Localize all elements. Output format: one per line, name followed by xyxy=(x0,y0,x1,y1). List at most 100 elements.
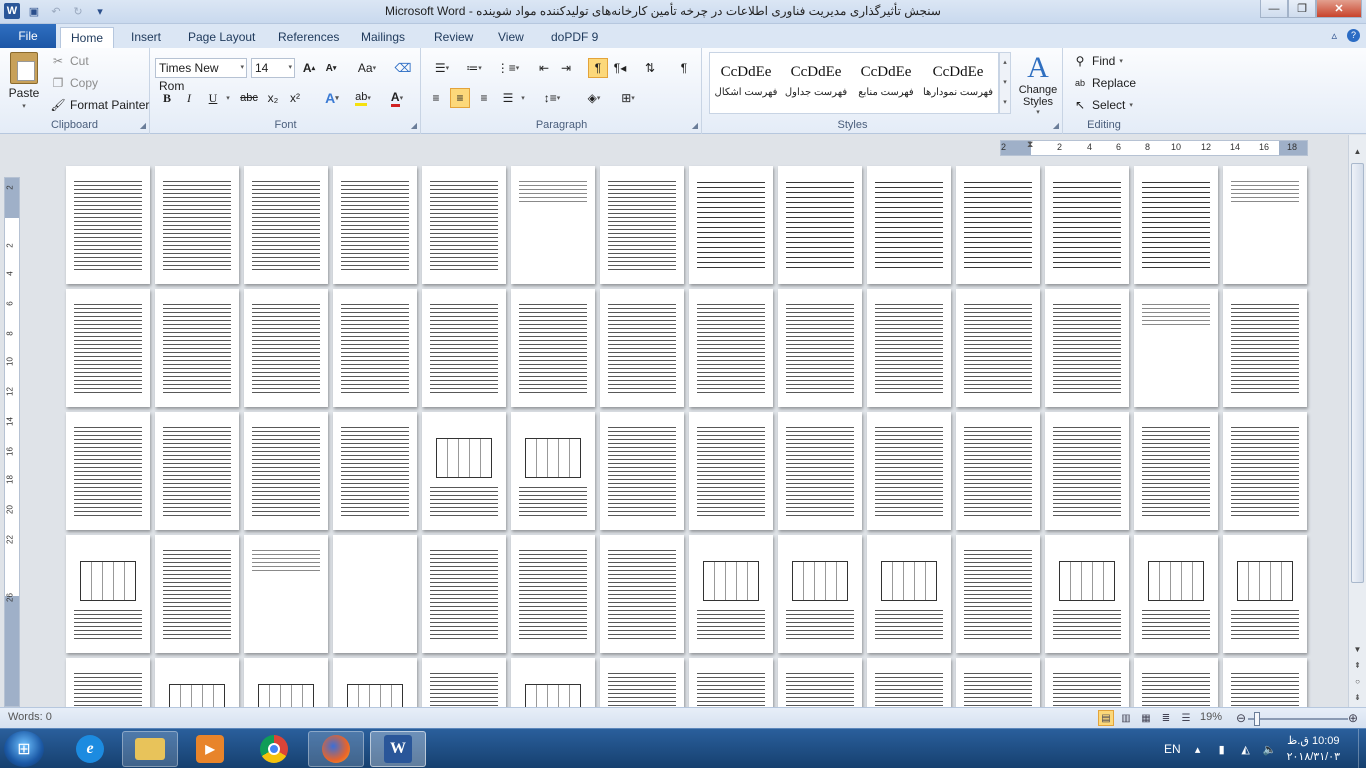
select-button[interactable]: ↖ Select ▾ xyxy=(1072,97,1133,113)
styles-launcher-icon[interactable]: ◢ xyxy=(1053,121,1059,130)
page-thumbnail[interactable] xyxy=(1223,412,1307,530)
page-thumbnail[interactable] xyxy=(689,166,773,284)
style-item-3[interactable]: CcDdEe فهرست منابع xyxy=(851,56,921,112)
page-thumbnail[interactable] xyxy=(956,412,1040,530)
taskbar-internet-explorer[interactable]: e xyxy=(62,731,118,767)
outline-icon[interactable]: ≣ xyxy=(1158,710,1174,726)
page-thumbnail[interactable] xyxy=(333,412,417,530)
page-thumbnail[interactable] xyxy=(333,658,417,707)
page-thumbnail[interactable] xyxy=(778,535,862,653)
page-thumbnail[interactable] xyxy=(66,166,150,284)
minimize-button[interactable]: — xyxy=(1260,0,1288,18)
page-thumbnail[interactable] xyxy=(1223,658,1307,707)
save-icon[interactable]: ▣ xyxy=(26,3,42,19)
show-desktop-button[interactable] xyxy=(1358,729,1366,768)
page-thumbnail[interactable] xyxy=(155,412,239,530)
sort-icon[interactable]: ⇅ xyxy=(640,58,660,78)
tab-mailings[interactable]: Mailings xyxy=(351,27,415,48)
page-thumbnail[interactable] xyxy=(422,535,506,653)
page-thumbnail[interactable] xyxy=(600,658,684,707)
taskbar-chrome[interactable] xyxy=(246,731,302,767)
page-thumbnail[interactable] xyxy=(511,289,595,407)
document-area[interactable] xyxy=(24,156,1348,707)
page-thumbnail[interactable] xyxy=(422,289,506,407)
print-layout-icon[interactable]: ▤ xyxy=(1098,710,1114,726)
line-spacing-icon[interactable]: ↕≡ ▾ xyxy=(538,88,566,108)
tab-dopdf[interactable]: doPDF 9 xyxy=(541,27,608,48)
page-thumbnail[interactable] xyxy=(1134,166,1218,284)
page-thumbnail[interactable] xyxy=(1223,166,1307,284)
zoom-slider[interactable]: ⊖ ⊕ xyxy=(1236,711,1360,726)
page-thumbnail[interactable] xyxy=(66,412,150,530)
maximize-button[interactable]: ❐ xyxy=(1288,0,1316,18)
page-thumbnail[interactable] xyxy=(155,289,239,407)
undo-icon[interactable]: ↶ xyxy=(48,3,64,19)
language-indicator[interactable]: EN xyxy=(1164,742,1181,756)
page-thumbnail[interactable] xyxy=(689,658,773,707)
close-button[interactable]: ✕ xyxy=(1316,0,1362,18)
borders-icon[interactable]: ⊞ ▾ xyxy=(614,88,642,108)
page-thumbnail[interactable] xyxy=(155,658,239,707)
next-page-icon[interactable]: ⇟ xyxy=(1351,691,1364,704)
increase-indent-icon[interactable]: ⇥ xyxy=(556,58,576,78)
page-thumbnail[interactable] xyxy=(422,166,506,284)
page-thumbnail[interactable] xyxy=(1045,166,1129,284)
superscript-button[interactable]: x² xyxy=(285,88,305,108)
page-thumbnail[interactable] xyxy=(867,535,951,653)
network-icon[interactable]: ◭ xyxy=(1239,742,1253,756)
numbering-icon[interactable]: ≔ ▾ xyxy=(460,58,488,78)
scroll-down-icon[interactable]: ▼ xyxy=(1351,643,1364,656)
shading-icon[interactable]: ◈ ▾ xyxy=(580,88,608,108)
page-thumbnail[interactable] xyxy=(867,289,951,407)
style-item-2[interactable]: CcDdEe فهرست جداول xyxy=(781,56,851,112)
page-thumbnail[interactable] xyxy=(422,412,506,530)
minimize-ribbon-icon[interactable]: ▵ xyxy=(1331,29,1337,42)
taskbar-firefox[interactable] xyxy=(308,731,364,767)
rtl-direction-icon[interactable]: ¶◂ xyxy=(610,58,630,78)
page-thumbnail[interactable] xyxy=(244,289,328,407)
page-thumbnail[interactable] xyxy=(778,166,862,284)
page-thumbnail[interactable] xyxy=(867,166,951,284)
page-thumbnail[interactable] xyxy=(244,412,328,530)
paste-button[interactable]: Paste ▾ xyxy=(6,52,42,110)
styles-scroll[interactable]: ▴ ▾ ▾ xyxy=(999,52,1011,114)
font-size-combo[interactable]: 14 ▾ xyxy=(251,58,295,78)
taskbar-word[interactable]: W xyxy=(370,731,426,767)
copy-button[interactable]: ❐ Copy xyxy=(50,75,98,91)
vertical-scrollbar[interactable]: ▲ ▼ ⇞ ○ ⇟ xyxy=(1348,135,1366,707)
full-screen-reading-icon[interactable]: ▥ xyxy=(1118,710,1134,726)
tab-view[interactable]: View xyxy=(488,27,534,48)
taskbar-media-player[interactable]: ▶ xyxy=(182,731,238,767)
page-thumbnail[interactable] xyxy=(511,166,595,284)
tab-review[interactable]: Review xyxy=(424,27,483,48)
underline-dropdown-icon[interactable]: ▾ xyxy=(223,88,233,108)
page-thumbnail[interactable] xyxy=(422,658,506,707)
customize-icon[interactable]: ▾ xyxy=(92,3,108,19)
page-thumbnail[interactable] xyxy=(689,412,773,530)
page-thumbnail[interactable] xyxy=(66,535,150,653)
previous-page-icon[interactable]: ⇞ xyxy=(1351,659,1364,672)
tab-page-layout[interactable]: Page Layout xyxy=(178,27,265,48)
scroll-up-icon[interactable]: ▲ xyxy=(1351,145,1364,158)
page-thumbnail[interactable] xyxy=(689,535,773,653)
indent-marker-icon[interactable]: ⧗ xyxy=(1027,139,1037,157)
page-thumbnail[interactable] xyxy=(600,535,684,653)
page-thumbnail[interactable] xyxy=(1045,535,1129,653)
subscript-button[interactable]: x₂ xyxy=(263,88,283,108)
page-thumbnail[interactable] xyxy=(66,289,150,407)
page-thumbnail[interactable] xyxy=(600,166,684,284)
font-name-combo[interactable]: Times New Rom ▾ xyxy=(155,58,247,93)
page-thumbnail[interactable] xyxy=(1045,658,1129,707)
change-styles-button[interactable]: A Change Styles ▾ xyxy=(1015,52,1061,117)
page-thumbnail[interactable] xyxy=(956,289,1040,407)
replace-button[interactable]: ab Replace xyxy=(1072,75,1136,91)
draft-icon[interactable]: ☰ xyxy=(1178,710,1194,726)
style-item-4[interactable]: CcDdEe فهرست نمودارها xyxy=(923,56,993,112)
page-thumbnail[interactable] xyxy=(155,535,239,653)
page-thumbnail[interactable] xyxy=(600,289,684,407)
page-thumbnail[interactable] xyxy=(333,535,417,653)
align-right-icon[interactable]: ≡ xyxy=(474,88,494,108)
font-color-icon[interactable]: A ▾ xyxy=(383,88,411,108)
justify-icon[interactable]: ☰ xyxy=(498,88,518,108)
cut-button[interactable]: ✂ Cut xyxy=(50,53,89,69)
